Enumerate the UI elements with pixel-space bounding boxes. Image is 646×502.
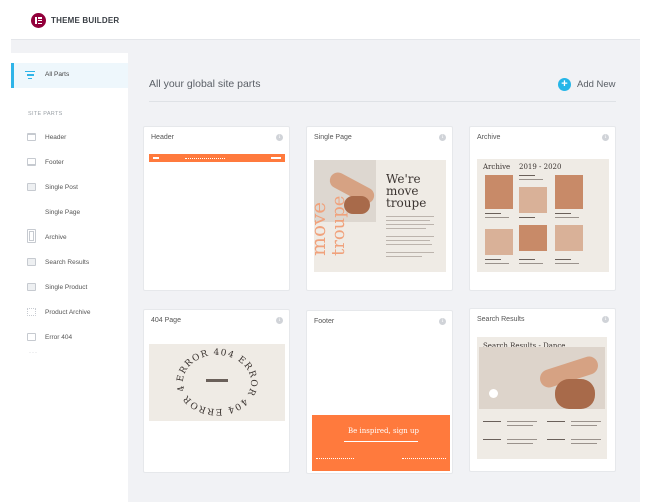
404-preview: ERROR 404 ERROR 404 ERROR 404 (149, 344, 285, 421)
card-title: Search Results (477, 316, 525, 323)
card-title: Header (151, 134, 174, 141)
svg-text:ERROR 404 ERROR 404 ERROR 404: ERROR 404 ERROR 404 ERROR 404 (149, 344, 258, 416)
archive-preview: Archive 2019 - 2020 (477, 159, 609, 272)
info-icon[interactable]: i (602, 316, 609, 323)
archive-years: 2019 - 2020 (519, 163, 562, 171)
info-icon[interactable]: i (439, 134, 446, 141)
template-card-404-page[interactable]: 404 Page i ERROR 404 ERROR 404 ERROR 404 (143, 309, 290, 473)
page-title: All your global site parts (149, 78, 261, 90)
elementor-logo-icon (31, 13, 46, 28)
error-404-icon (27, 333, 36, 341)
template-card-search-results[interactable]: Search Results i Search Results - Dance (469, 308, 616, 472)
template-card-footer[interactable]: Footer i Be inspired, sign up (306, 310, 453, 474)
headline-line-3: troupe (386, 196, 427, 210)
card-title: Footer (314, 318, 335, 325)
sidebar-item-label: Archive (45, 234, 67, 241)
header-template-icon (27, 133, 36, 141)
add-new-button[interactable]: + Add New (558, 77, 620, 93)
sidebar-item-label: Search Results (45, 259, 90, 266)
sidebar-item-label: Single Page (45, 209, 81, 216)
info-icon[interactable]: i (439, 318, 446, 325)
card-title: Single Page (314, 134, 352, 141)
filter-icon (25, 71, 35, 80)
error-ring-graphic: ERROR 404 ERROR 404 ERROR 404 (149, 344, 258, 416)
sidebar-item-footer[interactable]: Footer (11, 157, 128, 171)
single-page-preview: We're move troupe move troupe (314, 160, 446, 272)
sidebar-item-label: Single Post (45, 184, 78, 191)
sidebar-item-error-404[interactable]: Error 404 (11, 332, 128, 346)
sidebar: All Parts SITE PARTS Header Footer Singl… (11, 53, 128, 502)
add-new-label: Add New (577, 79, 616, 90)
card-title: Archive (477, 134, 501, 141)
sidebar-item-label: Product Archive (45, 309, 91, 316)
vertical-word-2: troupe (328, 195, 349, 256)
info-icon[interactable]: i (276, 317, 283, 324)
sidebar-item-product-archive[interactable]: Product Archive (11, 307, 128, 321)
sidebar-item-label: Single Product (45, 284, 88, 291)
sidebar-item-search-results[interactable]: Search Results (11, 257, 128, 271)
template-card-header[interactable]: Header i (143, 126, 290, 291)
sidebar-item-label: Error 404 (45, 334, 73, 341)
header-preview (149, 154, 285, 288)
more-icon: ··· (29, 350, 38, 356)
app-title: THEME BUILDER (51, 16, 120, 25)
footer-template-icon (27, 158, 36, 166)
card-title: 404 Page (151, 317, 181, 324)
archive-heading: Archive (483, 163, 511, 171)
template-card-single-page[interactable]: Single Page i We're move troupe move tro… (306, 126, 453, 291)
sidebar-item-label: Footer (45, 159, 64, 166)
sidebar-item-label: All Parts (45, 71, 70, 78)
sidebar-item-all-parts[interactable]: All Parts (11, 63, 128, 88)
info-icon[interactable]: i (276, 134, 283, 141)
product-archive-icon (27, 308, 36, 316)
sidebar-item-single-product[interactable]: Single Product (11, 282, 128, 296)
top-bar: THEME BUILDER (11, 0, 640, 40)
archive-icon (27, 229, 36, 243)
sidebar-item-header[interactable]: Header (11, 132, 128, 146)
search-results-icon (27, 258, 36, 266)
divider (149, 101, 616, 102)
sidebar-item-single-page[interactable]: Single Page (11, 207, 128, 221)
sidebar-item-single-post[interactable]: Single Post (11, 182, 128, 196)
single-post-icon (27, 183, 36, 191)
sidebar-item-archive[interactable]: Archive (11, 229, 128, 246)
sidebar-item-label: Header (45, 134, 67, 141)
site-parts-heading: SITE PARTS (28, 111, 63, 117)
error-ring-text: ERROR 404 ERROR 404 ERROR 404 (149, 344, 257, 416)
plus-icon: + (558, 78, 571, 91)
template-card-archive[interactable]: Archive i Archive 2019 - 2020 (469, 126, 616, 291)
search-results-preview: Search Results - Dance (477, 337, 607, 459)
info-icon[interactable]: i (602, 134, 609, 141)
footer-cta-text: Be inspired, sign up (348, 427, 420, 435)
single-product-icon (27, 283, 36, 291)
footer-preview: Be inspired, sign up (312, 415, 450, 471)
